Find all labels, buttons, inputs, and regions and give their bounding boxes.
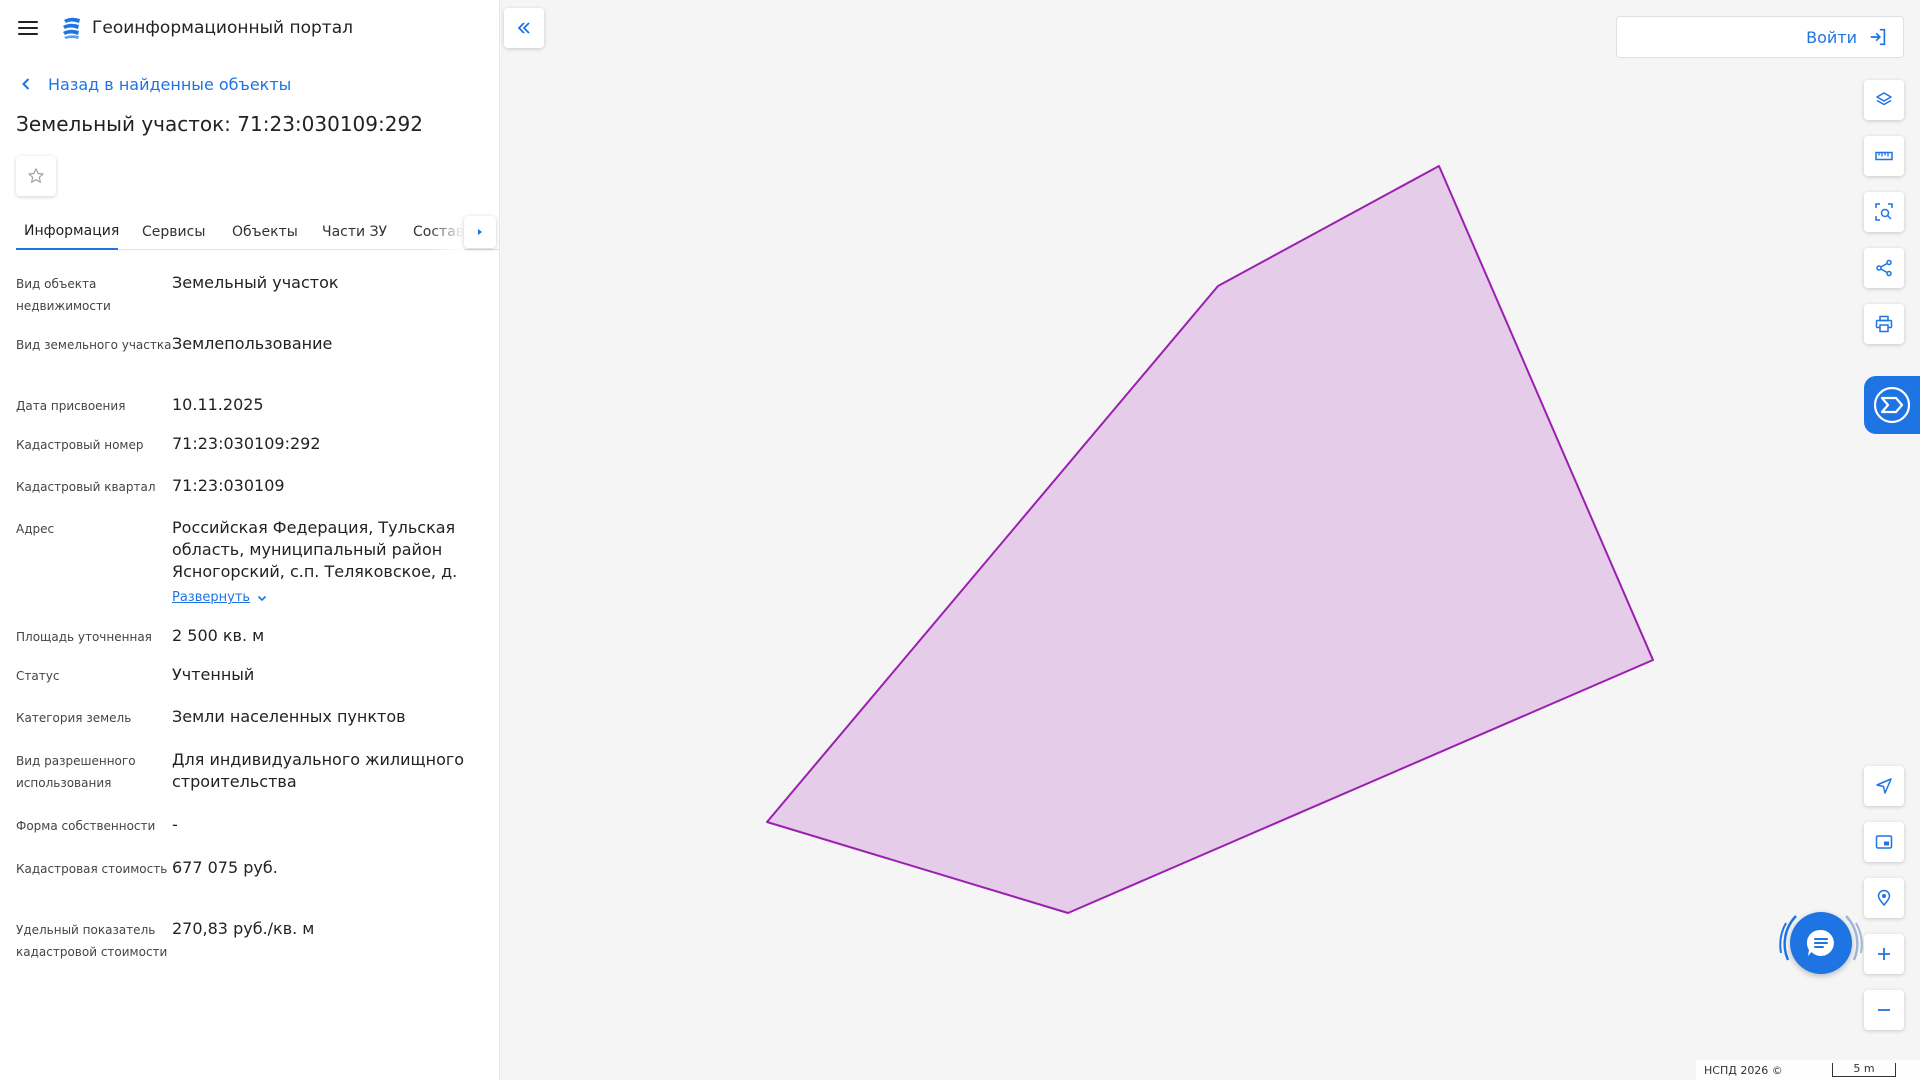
map-canvas[interactable] — [501, 0, 1920, 1080]
chat-button[interactable] — [1790, 912, 1852, 974]
tab-parts[interactable]: Части ЗУ — [322, 214, 387, 250]
chevron-left-icon — [22, 78, 30, 90]
map-parcel-layer — [766, 165, 1654, 914]
info-value: Российская Федерация, Тульская область, … — [172, 517, 472, 609]
map-attribution: НСПД 2026 © — [1704, 1063, 1783, 1077]
ruler-icon — [1875, 151, 1893, 161]
info-row-cadastral-number: Кадастровый номер 71:23:030109:292 — [16, 433, 486, 475]
tab-information[interactable]: Информация — [16, 214, 119, 250]
map-footer: НСПД 2026 © 5 m — [1696, 1060, 1920, 1080]
tabs-scroll-right-button[interactable] — [464, 216, 496, 248]
collapse-sidebar-button[interactable] — [504, 8, 544, 48]
info-value: 71:23:030109 — [172, 476, 285, 495]
expand-address-link[interactable]: Развернуть — [172, 587, 472, 609]
info-row-specific-value: Удельный показатель кадастровой стоимост… — [16, 918, 486, 988]
print-button[interactable] — [1864, 304, 1904, 344]
object-tabs: Информация Сервисы Объекты Части ЗУ Сост… — [16, 214, 500, 250]
portal-logo-icon[interactable] — [60, 16, 82, 40]
info-label: Кадастровый номер — [16, 438, 144, 452]
zoom-in-icon — [1878, 948, 1890, 960]
double-chevron-left-icon — [517, 22, 530, 34]
info-label: Кадастровый квартал — [16, 480, 156, 494]
area-search-button[interactable] — [1864, 192, 1904, 232]
info-value: 270,83 руб./кв. м — [172, 919, 315, 938]
map-scale-bar: 5 m — [1832, 1063, 1896, 1077]
gosuslugi-icon — [1873, 386, 1911, 424]
chat-widget — [1776, 898, 1866, 988]
login-button[interactable]: Войти — [1616, 16, 1904, 58]
land-parcel-polygon[interactable] — [766, 165, 1654, 914]
info-row-land-category: Категория земель Земли населенных пункто… — [16, 706, 486, 749]
login-label: Войти — [1806, 27, 1857, 47]
favorite-button[interactable] — [16, 156, 56, 196]
info-value: Землепользование — [172, 334, 333, 353]
info-label: Вид объекта недвижимости — [16, 277, 111, 313]
info-row-cadastral-value: Кадастровая стоимость 677 075 руб. — [16, 857, 486, 918]
info-label: Дата присвоения — [16, 399, 126, 413]
layers-button[interactable] — [1864, 80, 1904, 120]
back-to-results-link[interactable]: Назад в найденные объекты — [16, 72, 291, 96]
chat-icon — [1806, 929, 1834, 956]
minimap-button[interactable] — [1864, 822, 1904, 862]
info-label: Кадастровая стоимость — [16, 862, 168, 876]
gosuslugi-button[interactable] — [1864, 376, 1920, 434]
sidebar-header: Геоинформационный портал — [0, 0, 500, 56]
object-info-list: Вид объекта недвижимости Земельный участ… — [16, 272, 486, 988]
print-icon — [1875, 315, 1893, 333]
info-label: Удельный показатель кадастровой стоимост… — [16, 923, 168, 959]
info-value: Для индивидуального жилищного строительс… — [172, 750, 465, 791]
info-label: Вид земельного участка — [16, 338, 172, 352]
zoom-out-button[interactable] — [1864, 990, 1904, 1030]
hamburger-menu-icon[interactable] — [16, 16, 40, 40]
tab-objects[interactable]: Объекты — [232, 214, 298, 250]
share-icon — [1876, 259, 1892, 277]
zoom-out-icon — [1878, 1009, 1890, 1011]
info-label: Площадь уточненная — [16, 630, 152, 644]
info-row-object-type: Вид объекта недвижимости Земельный участ… — [16, 272, 486, 333]
info-value: Земли населенных пунктов — [172, 707, 406, 726]
info-value: - — [172, 815, 178, 834]
info-value: Учтенный — [172, 665, 255, 684]
info-value: Земельный участок — [172, 273, 339, 292]
object-title: Земельный участок: 71:23:030109:292 — [16, 112, 423, 136]
expand-label: Развернуть — [172, 590, 251, 605]
info-value: 2 500 кв. м — [172, 626, 265, 645]
navigate-button[interactable] — [1864, 766, 1904, 806]
info-label: Категория земель — [16, 711, 132, 725]
tabs-fade — [430, 214, 464, 250]
navigate-icon — [1876, 778, 1892, 794]
share-button[interactable] — [1864, 248, 1904, 288]
info-row-land-type: Вид земельного участка Землепользование — [16, 333, 486, 394]
area-search-icon — [1875, 203, 1893, 221]
info-label: Вид разрешенного использования — [16, 754, 136, 790]
info-row-assign-date: Дата присвоения 10.11.2025 — [16, 394, 486, 433]
layers-icon — [1876, 92, 1892, 106]
zoom-in-button[interactable] — [1864, 934, 1904, 974]
info-label: Форма собственности — [16, 819, 156, 833]
sidebar-panel: Геоинформационный портал Назад в найденн… — [0, 0, 500, 1080]
minimap-icon — [1875, 835, 1893, 849]
info-row-area: Площадь уточненная 2 500 кв. м — [16, 625, 486, 664]
info-label: Адрес — [16, 522, 55, 536]
geolocate-button[interactable] — [1864, 878, 1904, 918]
chevron-down-icon — [257, 595, 267, 602]
tab-services[interactable]: Сервисы — [142, 214, 205, 250]
measure-button[interactable] — [1864, 136, 1904, 176]
login-icon — [1870, 28, 1886, 46]
info-value: 71:23:030109:292 — [172, 434, 321, 453]
geolocate-icon — [1877, 889, 1891, 907]
caret-right-icon — [478, 229, 482, 235]
info-row-ownership: Форма собственности - — [16, 814, 486, 857]
app-title: Геоинформационный портал — [92, 18, 353, 38]
info-row-address: Адрес Российская Федерация, Тульская обл… — [16, 517, 486, 625]
info-label: Статус — [16, 669, 60, 683]
info-row-permitted-use: Вид разрешенного использования Для индив… — [16, 749, 486, 814]
back-link-label: Назад в найденные объекты — [48, 74, 292, 94]
info-value: 677 075 руб. — [172, 858, 278, 877]
star-icon — [28, 168, 44, 183]
info-row-status: Статус Учтенный — [16, 664, 486, 706]
info-value: 10.11.2025 — [172, 395, 264, 414]
address-text: Российская Федерация, Тульская область, … — [172, 518, 458, 581]
info-row-cadastral-quarter: Кадастровый квартал 71:23:030109 — [16, 475, 486, 517]
